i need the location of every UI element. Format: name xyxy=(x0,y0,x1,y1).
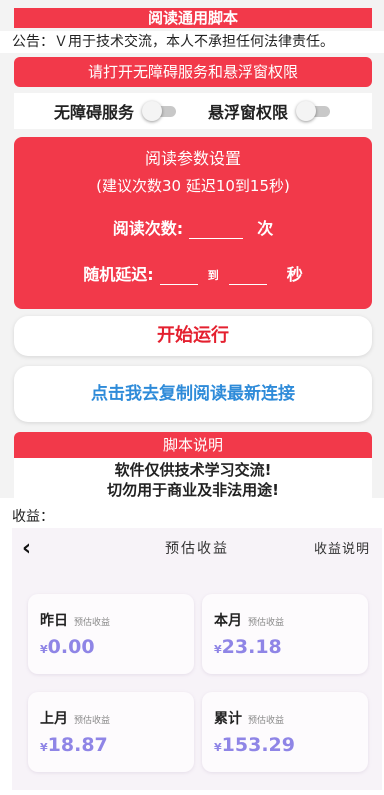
income-label: 收益： xyxy=(12,509,54,525)
card-subtitle: 预估收益 xyxy=(74,716,111,726)
delay-unit: 秒 xyxy=(286,265,303,284)
read-count-input[interactable] xyxy=(189,221,244,239)
script-info-header: 脚本说明 xyxy=(14,432,372,458)
income-card-this-month[interactable]: 本月 预估收益 ¥23.18 xyxy=(202,594,368,674)
start-button[interactable]: 开始运行 xyxy=(14,316,372,356)
income-card-last-month[interactable]: 上月 预估收益 ¥18.87 xyxy=(28,692,194,772)
script-info-line: 软件仅供技术学习交流! xyxy=(114,461,272,479)
notice-text: 公告：Ｖ用于技术交流，本人不承担任何法律责任。 xyxy=(0,31,384,53)
script-info: 脚本说明 软件仅供技术学习交流! 切勿用于商业及非法用途! xyxy=(14,432,372,498)
reading-params-card: 阅读参数设置 (建议次数30 延迟10到15秒) 阅读次数: 次 随机延迟: 到… xyxy=(14,137,372,309)
card-name: 累计 xyxy=(214,711,242,727)
overlay-toggle-item: 悬浮窗权限 xyxy=(208,99,332,123)
currency-symbol: ¥ xyxy=(214,741,222,754)
card-header: 本月 预估收益 xyxy=(214,610,284,630)
delay-label: 随机延迟: xyxy=(83,265,154,284)
delay-row: 随机延迟: 到 秒 xyxy=(14,261,372,285)
script-info-body: 软件仅供技术学习交流! 切勿用于商业及非法用途! xyxy=(14,458,372,498)
script-info-line: 切勿用于商业及非法用途! xyxy=(107,481,279,498)
accessibility-toggle-item: 无障碍服务 xyxy=(54,99,178,123)
delay-min-input[interactable] xyxy=(159,267,198,285)
card-header: 昨日 预估收益 xyxy=(40,610,110,630)
accessibility-toggle-label: 无障碍服务 xyxy=(53,103,134,122)
delay-max-input[interactable] xyxy=(228,267,267,285)
card-name: 昨日 xyxy=(40,613,68,629)
read-count-label: 阅读次数: xyxy=(112,219,184,238)
permission-banner[interactable]: 请打开无障碍服务和悬浮窗权限 xyxy=(14,57,372,87)
card-value: ¥23.18 xyxy=(214,636,282,658)
income-screen: ‹ 预估收益 收益说明 昨日 预估收益 ¥0.00 本月 预估收益 ¥23.18… xyxy=(12,528,382,790)
currency-symbol: ¥ xyxy=(214,643,222,656)
app-title: 阅读通用脚本 xyxy=(14,8,372,28)
switch-knob xyxy=(296,101,317,121)
params-title: 阅读参数设置 xyxy=(144,149,241,168)
delay-to-label: 到 xyxy=(207,269,219,282)
read-count-unit: 次 xyxy=(257,219,274,238)
card-amount: 18.87 xyxy=(47,734,108,756)
card-name: 上月 xyxy=(40,711,68,727)
card-subtitle: 预估收益 xyxy=(248,716,285,726)
card-amount: 23.18 xyxy=(221,636,282,658)
income-card-yesterday[interactable]: 昨日 预估收益 ¥0.00 xyxy=(28,594,194,674)
currency-symbol: ¥ xyxy=(40,643,48,656)
income-help-link[interactable]: 收益说明 xyxy=(314,538,370,557)
params-hint: (建议次数30 延迟10到15秒) xyxy=(96,177,290,195)
overlay-toggle-label: 悬浮窗权限 xyxy=(208,103,289,122)
overlay-switch[interactable] xyxy=(296,101,332,121)
switch-knob xyxy=(142,101,162,121)
card-subtitle: 预估收益 xyxy=(74,618,111,628)
card-value: ¥153.29 xyxy=(214,734,295,756)
copy-link-button[interactable]: 点击我去复制阅读最新连接 xyxy=(14,366,372,422)
read-count-row: 阅读次数: 次 xyxy=(14,215,372,239)
card-value: ¥18.87 xyxy=(40,734,108,756)
card-name: 本月 xyxy=(214,613,242,629)
card-value: ¥0.00 xyxy=(40,636,95,658)
currency-symbol: ¥ xyxy=(40,741,48,754)
income-card-total[interactable]: 累计 预估收益 ¥153.29 xyxy=(202,692,368,772)
card-amount: 0.00 xyxy=(47,636,95,658)
reading-script-app: 阅读通用脚本 公告：Ｖ用于技术交流，本人不承担任何法律责任。 请打开无障碍服务和… xyxy=(0,0,384,498)
permission-toggles: 无障碍服务 悬浮窗权限 xyxy=(14,93,372,129)
card-amount: 153.29 xyxy=(221,734,295,756)
card-header: 累计 预估收益 xyxy=(214,708,284,728)
accessibility-switch[interactable] xyxy=(142,101,178,121)
card-subtitle: 预估收益 xyxy=(248,618,285,628)
card-header: 上月 预估收益 xyxy=(40,708,110,728)
